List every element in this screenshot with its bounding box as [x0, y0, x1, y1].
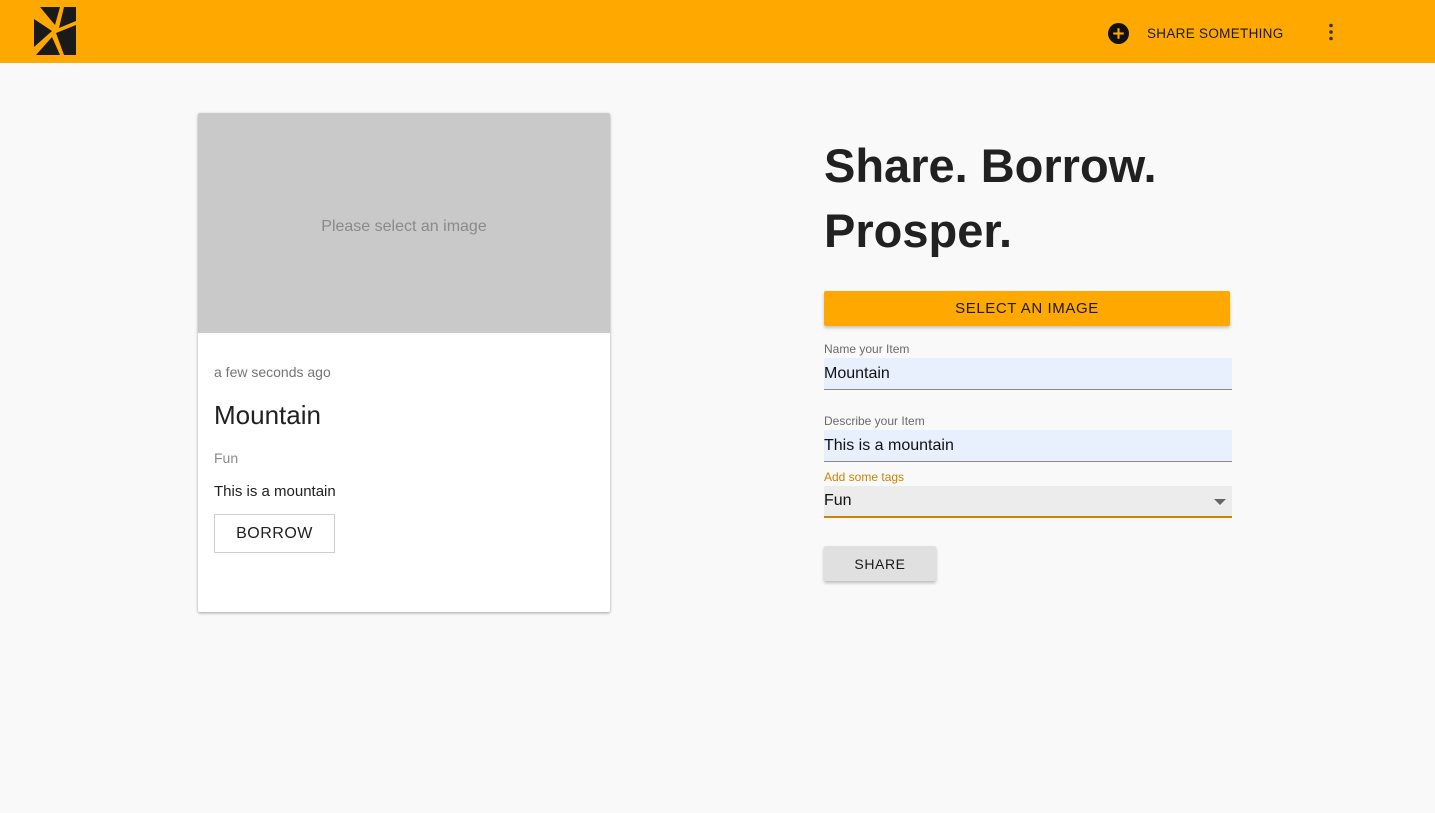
tags-select[interactable]: Fun — [824, 486, 1232, 518]
tags-selected-value: Fun — [824, 492, 852, 509]
image-placeholder-text: Please select an image — [321, 218, 487, 235]
share-button[interactable]: SHARE — [824, 546, 936, 581]
boomtown-logo-icon[interactable] — [34, 7, 76, 55]
item-tag: Fun — [214, 450, 239, 466]
item-name-input[interactable] — [824, 358, 1232, 390]
name-field-label: Name your Item — [824, 342, 910, 356]
more-vert-icon[interactable] — [1321, 22, 1341, 42]
image-placeholder: Please select an image — [198, 113, 610, 333]
item-preview-card: Please select an image a few seconds ago… — [198, 113, 610, 612]
page-headline: Share. Borrow. Prosper. — [824, 139, 1157, 257]
description-field-label: Describe your Item — [824, 414, 925, 428]
plus-circle-icon — [1108, 22, 1129, 44]
item-description: This is a mountain — [214, 483, 336, 500]
select-image-button[interactable]: SELECT AN IMAGE — [824, 291, 1230, 326]
borrow-button[interactable]: BORROW — [214, 514, 335, 553]
tags-field-label: Add some tags — [824, 470, 905, 484]
item-description-input[interactable] — [824, 430, 1232, 462]
top-app-bar: SHARE SOMETHING — [0, 0, 1435, 63]
item-timestamp: a few seconds ago — [214, 364, 331, 380]
share-something-label: SHARE SOMETHING — [1147, 25, 1284, 41]
caret-down-icon — [1214, 499, 1226, 505]
share-something-button[interactable]: SHARE SOMETHING — [1108, 22, 1284, 44]
item-title: Mountain — [214, 400, 321, 430]
